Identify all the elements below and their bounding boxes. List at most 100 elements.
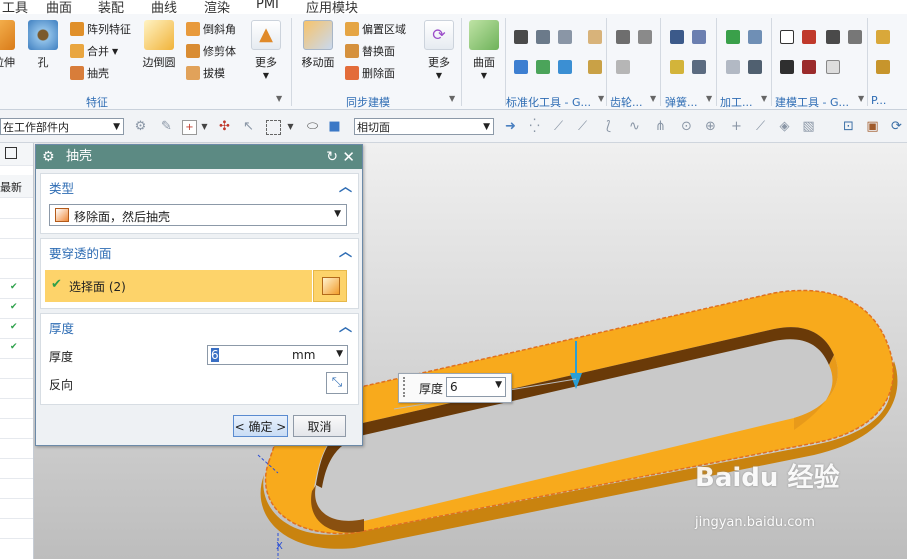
list-item[interactable]: ✔ xyxy=(0,319,33,339)
gear-group-label[interactable]: 齿轮... xyxy=(610,94,643,110)
list-item[interactable] xyxy=(0,219,33,239)
rectangle-select-icon[interactable] xyxy=(266,120,281,135)
std-tool-icon-7[interactable] xyxy=(558,60,572,74)
list-item[interactable] xyxy=(0,519,33,539)
ok-button[interactable]: < 确定 > xyxy=(233,415,288,437)
thickness-unit[interactable]: mm xyxy=(292,348,315,362)
combine-dropdown-icon[interactable]: ▼ xyxy=(112,47,118,56)
std-tool-icon-2[interactable] xyxy=(536,30,550,44)
collapse-icon[interactable]: ︿ xyxy=(339,316,352,335)
list-item[interactable] xyxy=(0,259,33,279)
diagonal-icon[interactable]: ⟋ xyxy=(754,120,767,133)
list-item[interactable] xyxy=(0,399,33,419)
menu-surface[interactable]: 曲面 xyxy=(46,0,72,14)
cube-filter-icon[interactable]: ■ xyxy=(328,120,341,133)
face-rule-select[interactable]: 相切面 ▼ xyxy=(354,118,494,135)
extrude-button[interactable]: 拉伸 xyxy=(0,20,18,70)
menu-render[interactable]: 渲染 xyxy=(204,0,230,14)
reset-icon[interactable]: ↻ xyxy=(326,145,338,169)
filter-icon[interactable]: ⚙ xyxy=(134,120,147,133)
list-item[interactable]: ✔ xyxy=(0,339,33,359)
list-item[interactable] xyxy=(0,459,33,479)
type-select[interactable]: 移除面，然后抽壳 ▼ xyxy=(49,204,347,226)
menu-tools[interactable]: 工具 xyxy=(2,0,28,14)
std-tools-label[interactable]: 标准化工具 - G... xyxy=(506,94,591,110)
list-item[interactable] xyxy=(0,379,33,399)
rotate-icon[interactable]: ⟳ xyxy=(890,120,903,133)
std-tool-icon-5[interactable] xyxy=(514,60,528,74)
collapse-icon[interactable]: ︿ xyxy=(339,176,352,195)
p-group-label[interactable]: P... xyxy=(871,94,886,107)
modeling-tool-icon-4[interactable] xyxy=(848,30,862,44)
machining-tool-icon-1[interactable] xyxy=(726,30,740,44)
plus-icon[interactable]: + xyxy=(730,120,743,133)
combine-button[interactable]: 合并 ▼ xyxy=(70,42,118,60)
close-icon[interactable]: ✕ xyxy=(342,145,355,169)
list-item[interactable] xyxy=(0,479,33,499)
machining-tool-icon-3[interactable] xyxy=(726,60,740,74)
feature-group-expand-icon[interactable]: ▼ xyxy=(276,94,282,103)
snap-dropdown-icon[interactable]: ▼ xyxy=(198,120,211,133)
chevron-down-icon[interactable]: ▼ xyxy=(336,349,343,359)
bounded-icon[interactable]: ▧ xyxy=(802,120,815,133)
move-point-icon[interactable]: ✣ xyxy=(218,120,231,133)
modeling-tool-icon-7[interactable] xyxy=(826,60,840,74)
list-item[interactable]: ✔ xyxy=(0,279,33,299)
gear-tool-icon-1[interactable] xyxy=(616,30,630,44)
modeling-tool-icon-3[interactable] xyxy=(826,30,840,44)
spring-expand-icon[interactable]: ▼ xyxy=(706,94,712,103)
list-item[interactable] xyxy=(0,199,33,219)
std-tools-expand-icon[interactable]: ▼ xyxy=(598,94,604,103)
sync-group-expand-icon[interactable]: ▼ xyxy=(449,94,455,103)
spring-tool-icon-2[interactable] xyxy=(692,30,706,44)
reverse-direction-button[interactable]: ⤡ xyxy=(326,372,348,394)
modeling-tool-icon-2[interactable] xyxy=(802,30,816,44)
p-tool-icon-2[interactable] xyxy=(876,60,890,74)
select-features-icon[interactable]: ✎ xyxy=(160,120,173,133)
face-picker-button[interactable] xyxy=(313,270,347,302)
trim-body-button[interactable]: 修剪体 xyxy=(186,42,236,60)
line-icon[interactable]: ⟋ xyxy=(552,120,565,133)
point-grid-icon[interactable]: ⁛ xyxy=(528,120,541,133)
delete-face-button[interactable]: 删除面 xyxy=(345,64,395,82)
edge-blend-button[interactable]: 边倒圆 xyxy=(138,20,180,70)
modeling-tool-icon-6[interactable] xyxy=(802,60,816,74)
thickness-screen-field[interactable]: 6 ▼ xyxy=(446,377,506,397)
spring-tool-icon-4[interactable] xyxy=(692,60,706,74)
cancel-button[interactable]: 取消 xyxy=(293,415,346,437)
zoom-fit-icon[interactable]: ⊡ xyxy=(842,120,855,133)
gear-tool-icon-3[interactable] xyxy=(616,60,630,74)
select-icon[interactable]: ↖ xyxy=(242,120,255,133)
modeling-tools-expand-icon[interactable]: ▼ xyxy=(858,94,864,103)
spring-tool-icon-3[interactable] xyxy=(670,60,684,74)
intersect-icon[interactable]: ⋔ xyxy=(654,120,667,133)
std-tool-icon-4[interactable] xyxy=(588,30,602,44)
std-tool-icon-3[interactable] xyxy=(558,30,572,44)
thickness-input[interactable]: 6 mm ▼ xyxy=(207,345,348,365)
modeling-tools-label[interactable]: 建模工具 - G... xyxy=(775,94,849,110)
machining-tool-icon-2[interactable] xyxy=(748,30,762,44)
p-tool-icon-1[interactable] xyxy=(876,30,890,44)
spring-tool-icon-1[interactable] xyxy=(670,30,684,44)
menu-pmi[interactable]: PMI xyxy=(256,0,279,12)
body-filter-icon[interactable]: ⬭ xyxy=(306,120,319,133)
offset-region-button[interactable]: 偏置区域 xyxy=(345,20,406,38)
list-item[interactable] xyxy=(0,359,33,379)
std-tool-icon-6[interactable] xyxy=(536,60,550,74)
triangle-tool-icon[interactable] xyxy=(780,30,794,44)
view-icon[interactable]: ▣ xyxy=(866,120,879,133)
machining-tool-icon-4[interactable] xyxy=(748,60,762,74)
menu-curve[interactable]: 曲线 xyxy=(151,0,177,14)
collapse-icon[interactable]: ︿ xyxy=(339,241,352,260)
gear-expand-icon[interactable]: ▼ xyxy=(650,94,656,103)
menu-assembly[interactable]: 装配 xyxy=(98,0,124,14)
list-item[interactable] xyxy=(0,499,33,519)
select-face-row[interactable]: ✔ 选择面 (2) xyxy=(45,270,312,302)
spring-group-label[interactable]: 弹簧... xyxy=(665,94,698,110)
menu-app-modules[interactable]: 应用模块 xyxy=(306,0,358,14)
face-point-icon[interactable]: ◈ xyxy=(778,120,791,133)
list-item[interactable]: ✔ xyxy=(0,299,33,319)
draft-button[interactable]: 拔模 xyxy=(186,64,225,82)
arrow-right-icon[interactable]: ➜ xyxy=(504,120,517,133)
spline-icon[interactable]: ∿ xyxy=(628,120,641,133)
